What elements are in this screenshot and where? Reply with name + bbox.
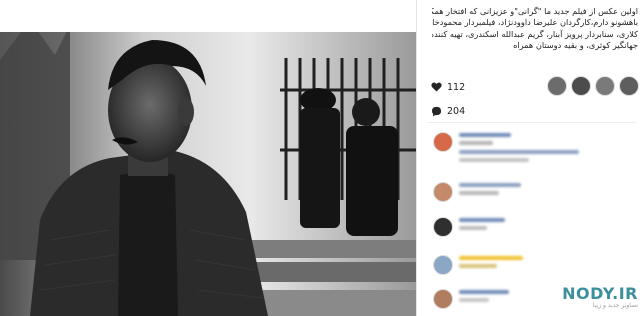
avatar[interactable]: [433, 255, 453, 275]
site-watermark: NODY.IR تصاویر جدید و زیبا: [562, 284, 638, 309]
caption-line: کلاری، سنابردار پرویز آبنار، گریم عبدالل…: [432, 28, 638, 39]
post-photo[interactable]: [0, 0, 416, 316]
heart-icon: [431, 82, 442, 92]
comment-item[interactable]: [417, 150, 644, 178]
likes-count: 112: [447, 81, 466, 93]
caption-line: اولین عکس از فیلم جدید ما "گرانی"و عزیزا…: [432, 6, 638, 16]
comments-stat[interactable]: 204: [431, 104, 465, 118]
avatar[interactable]: [433, 289, 453, 309]
avatar[interactable]: [433, 182, 453, 202]
comment-text-blurred: [459, 183, 521, 199]
likes-stat[interactable]: 112: [431, 80, 465, 94]
comment-text-blurred: [459, 256, 523, 272]
comment-text-blurred: [459, 150, 579, 166]
comment-item[interactable]: [417, 253, 644, 281]
post-photo-image: [0, 0, 416, 316]
comment-text-blurred: [459, 133, 511, 149]
comments-count: 204: [447, 105, 466, 117]
avatar[interactable]: [433, 217, 453, 237]
watermark-text: NODY.IR: [562, 284, 638, 303]
watermark-subtext: تصاویر جدید و زیبا: [592, 302, 638, 309]
comment-text-blurred: [459, 218, 505, 234]
avatar[interactable]: [595, 76, 615, 96]
avatar[interactable]: [571, 76, 591, 96]
avatar[interactable]: [433, 132, 453, 152]
comment-item[interactable]: [417, 215, 644, 243]
avatar[interactable]: [547, 76, 567, 96]
liker-avatars: [547, 76, 639, 96]
comment-item[interactable]: [417, 180, 644, 208]
caption-line: جهانگیر کوثری، و بقیه دوستان همراه: [513, 40, 638, 51]
caption-line: باهشونو دارم،کارگردان علیرضا داوودنژاد، …: [432, 17, 638, 28]
avatar[interactable]: [619, 76, 639, 96]
post-sidebar: اولین عکس از فیلم جدید ما "گرانی"و عزیزا…: [416, 0, 644, 316]
comment-icon: [431, 106, 442, 117]
post-caption: اولین عکس از فیلم جدید ما "گرانی"و عزیزا…: [432, 6, 638, 52]
divider: [427, 122, 636, 123]
comment-text-blurred: [459, 290, 509, 306]
